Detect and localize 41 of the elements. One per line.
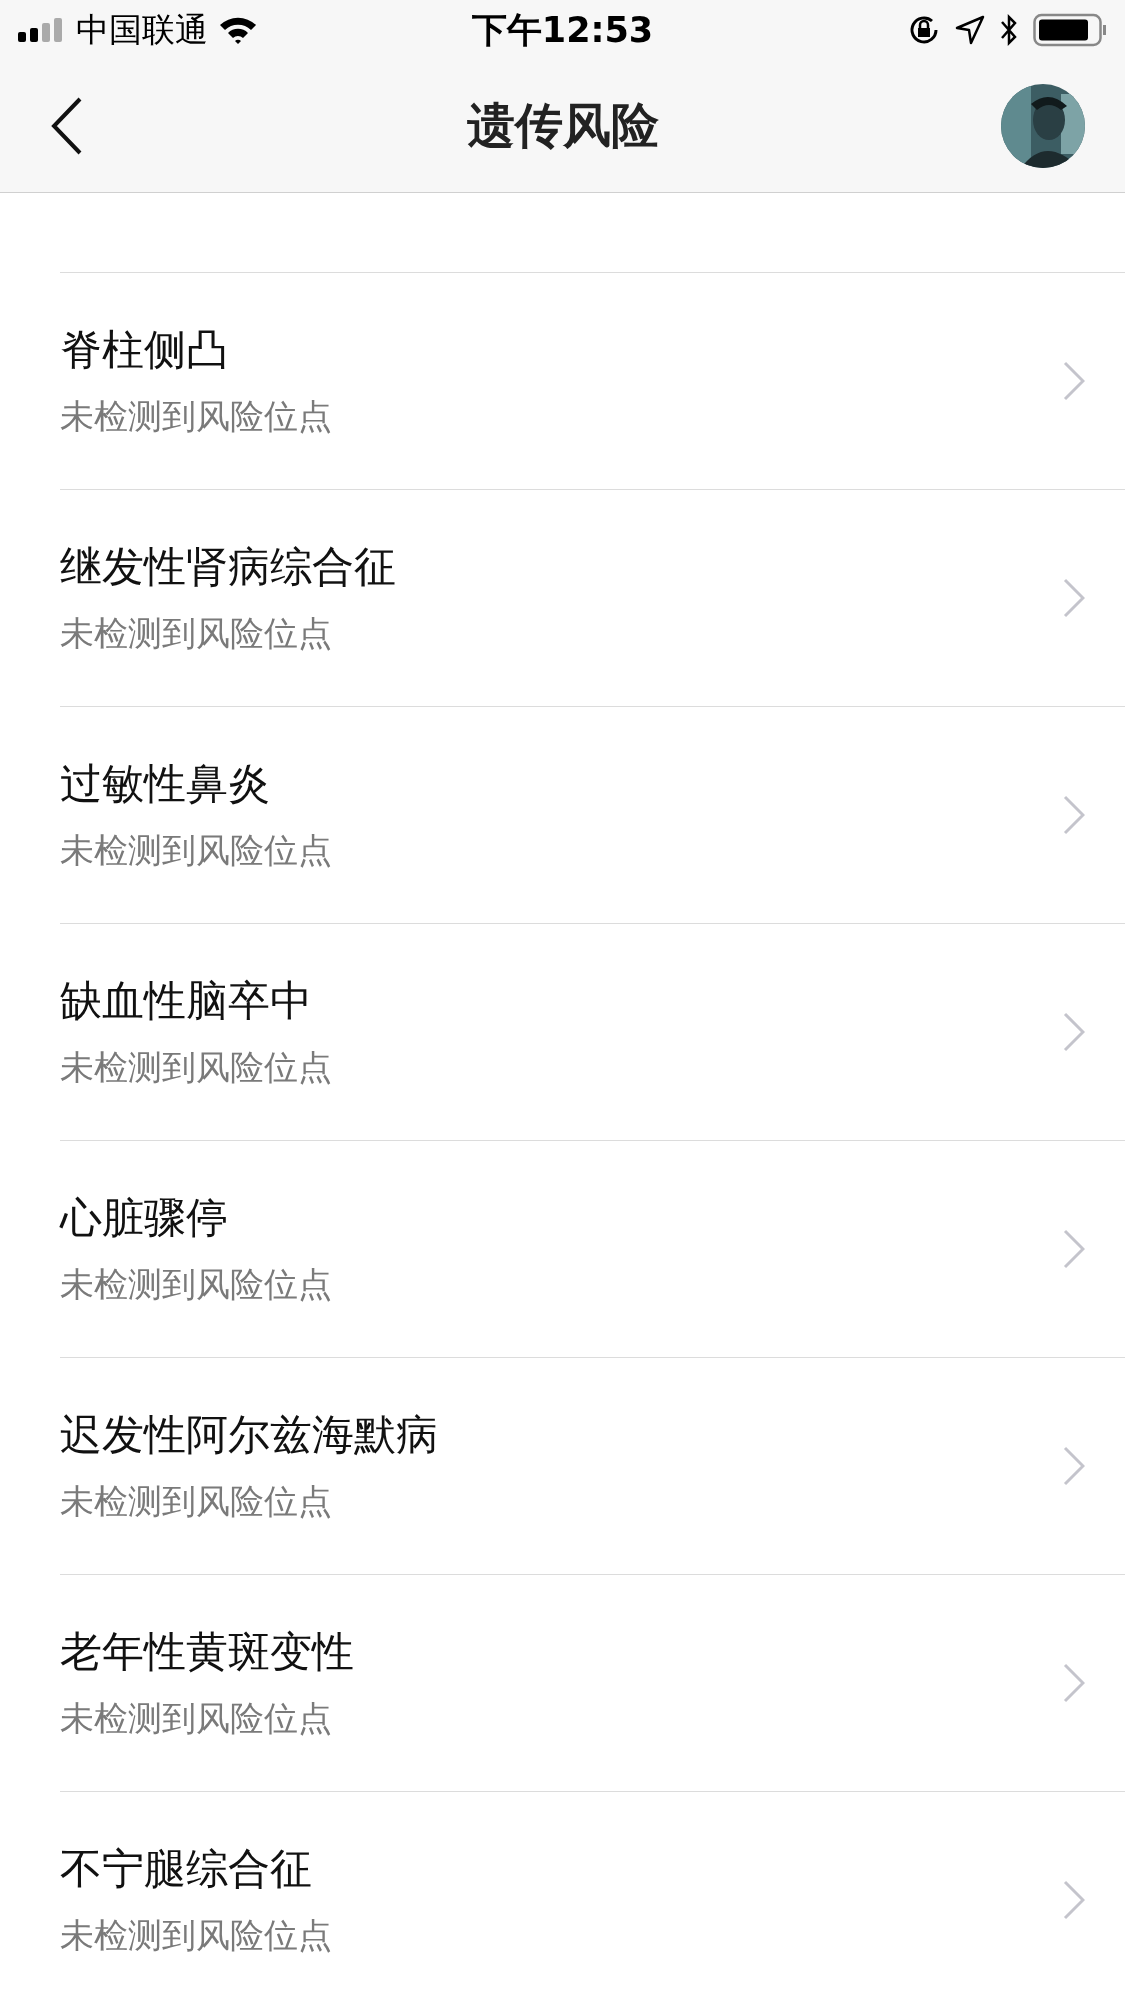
carrier-name: 中国联通 bbox=[76, 8, 208, 51]
page-title: 遗传风险 bbox=[466, 97, 659, 153]
chevron-icon bbox=[1063, 1012, 1085, 1052]
location-icon bbox=[955, 15, 985, 45]
chevron-icon bbox=[1063, 1663, 1085, 1703]
status-time: 下午12:53 bbox=[471, 8, 654, 52]
list-item[interactable]: 老年性黄斑变性 未检测到风险位点 bbox=[60, 1575, 1125, 1792]
item-title: 过敏性鼻炎 bbox=[60, 760, 271, 808]
chevron-icon bbox=[1063, 1229, 1085, 1269]
list-item[interactable]: 继发性肾病综合征 未检测到风险位点 bbox=[60, 490, 1125, 707]
item-title: 不宁腿综合征 bbox=[60, 1845, 313, 1893]
back-icon bbox=[50, 96, 84, 156]
item-title: 缺血性脑卒中 bbox=[60, 977, 313, 1025]
item-subtitle: 未检测到风险位点 bbox=[60, 1698, 333, 1738]
item-subtitle: 未检测到风险位点 bbox=[60, 1264, 333, 1304]
item-title: 老年性黄斑变性 bbox=[60, 1628, 355, 1676]
wifi-icon bbox=[218, 15, 258, 45]
item-subtitle: 未检测到风险位点 bbox=[60, 830, 333, 870]
item-title: 迟发性阿尔兹海默病 bbox=[60, 1411, 439, 1459]
item-title: 脊柱侧凸 bbox=[60, 326, 229, 374]
chevron-icon bbox=[1063, 1446, 1085, 1486]
item-subtitle: 未检测到风险位点 bbox=[60, 1481, 333, 1521]
list-item[interactable]: 缺血性脑卒中 未检测到风险位点 bbox=[60, 924, 1125, 1141]
battery-icon bbox=[1033, 13, 1107, 47]
chevron-icon bbox=[1063, 361, 1085, 401]
list-item[interactable]: 脊柱侧凸 未检测到风险位点 bbox=[60, 273, 1125, 490]
list-item[interactable]: 过敏性鼻炎 未检测到风险位点 bbox=[60, 707, 1125, 924]
list-item[interactable]: 心脏骤停 未检测到风险位点 bbox=[60, 1141, 1125, 1358]
list-item[interactable]: 迟发性阿尔兹海默病 未检测到风险位点 bbox=[60, 1358, 1125, 1575]
item-title: 心脏骤停 bbox=[60, 1194, 229, 1242]
item-subtitle: 未检测到风险位点 bbox=[60, 613, 333, 653]
item-subtitle: 未检测到风险位点 bbox=[60, 1915, 333, 1955]
item-subtitle: 未检测到风险位点 bbox=[60, 396, 333, 436]
item-subtitle: 未检测到风险位点 bbox=[60, 1047, 333, 1087]
back-button[interactable] bbox=[50, 96, 84, 156]
chevron-icon bbox=[1063, 795, 1085, 835]
chevron-icon bbox=[1063, 1880, 1085, 1920]
item-title: 继发性肾病综合征 bbox=[60, 543, 397, 591]
chevron-icon bbox=[1063, 578, 1085, 618]
list-item[interactable]: 不宁腿综合征 未检测到风险位点 bbox=[60, 1792, 1125, 2001]
bluetooth-icon bbox=[999, 13, 1019, 47]
